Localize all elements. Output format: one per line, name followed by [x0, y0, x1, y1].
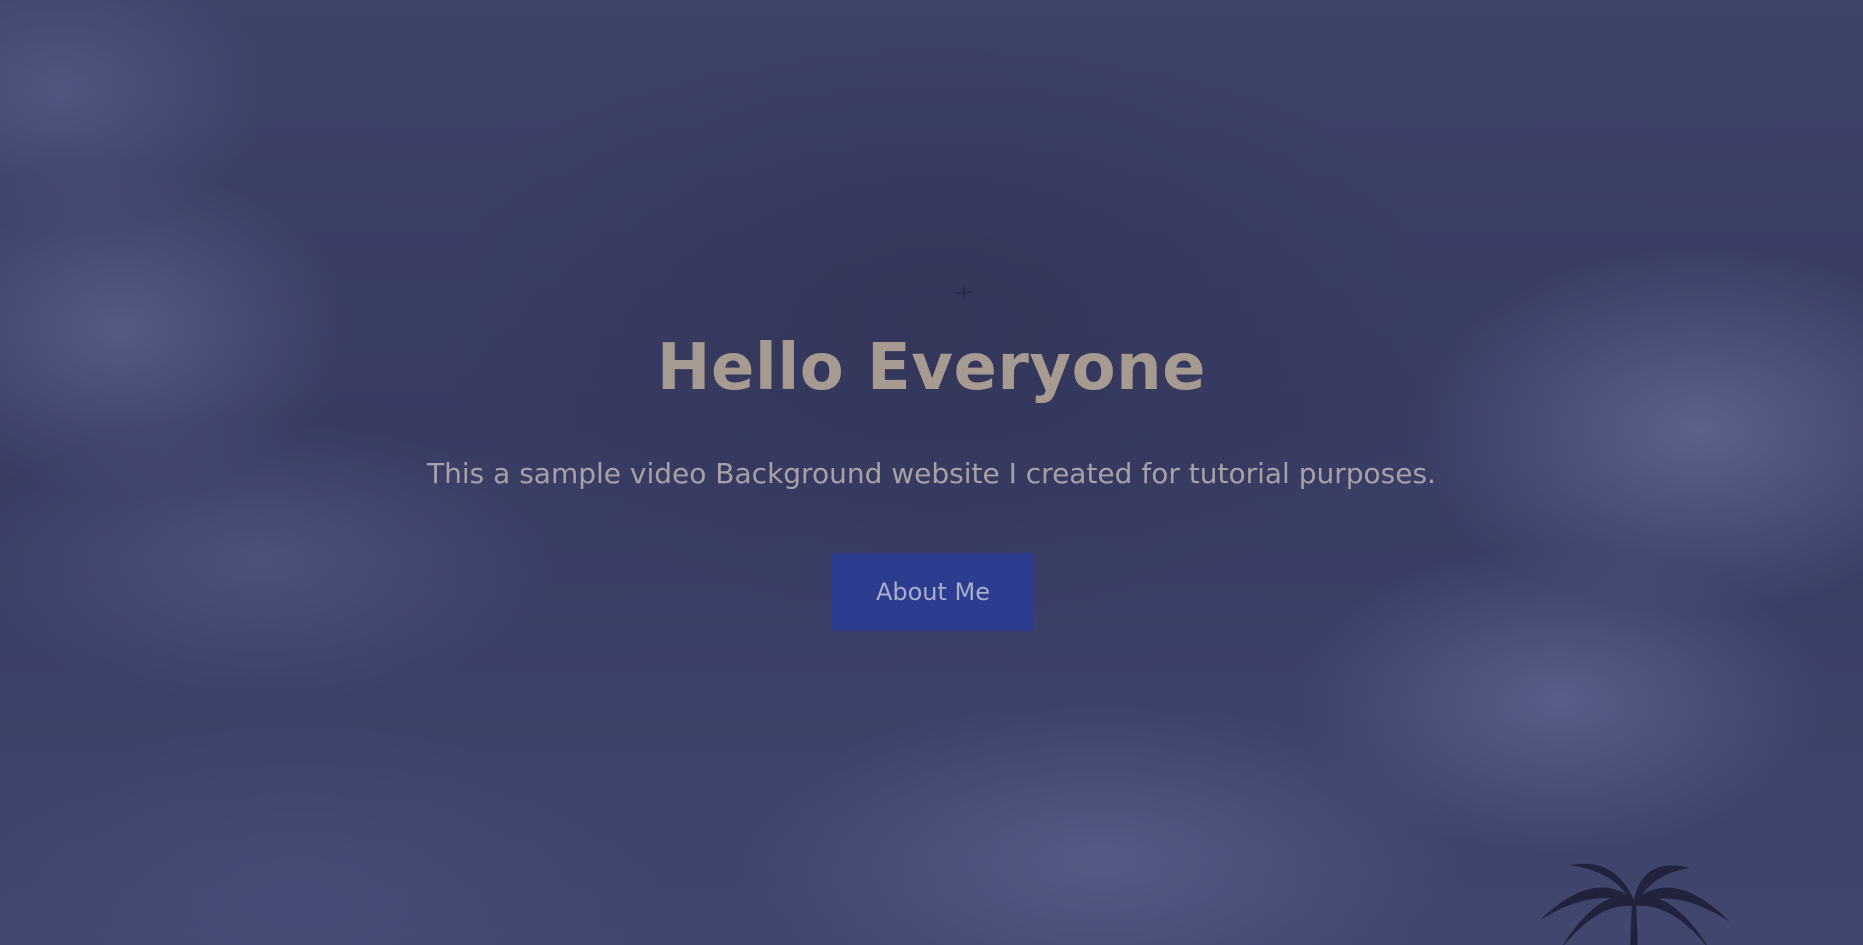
about-me-button[interactable]: About Me: [832, 553, 1034, 631]
hero-content: Hello Everyone This a sample video Backg…: [0, 0, 1863, 945]
hero-title: Hello Everyone: [656, 331, 1207, 405]
hero-subtitle: This a sample video Background website I…: [427, 457, 1436, 490]
